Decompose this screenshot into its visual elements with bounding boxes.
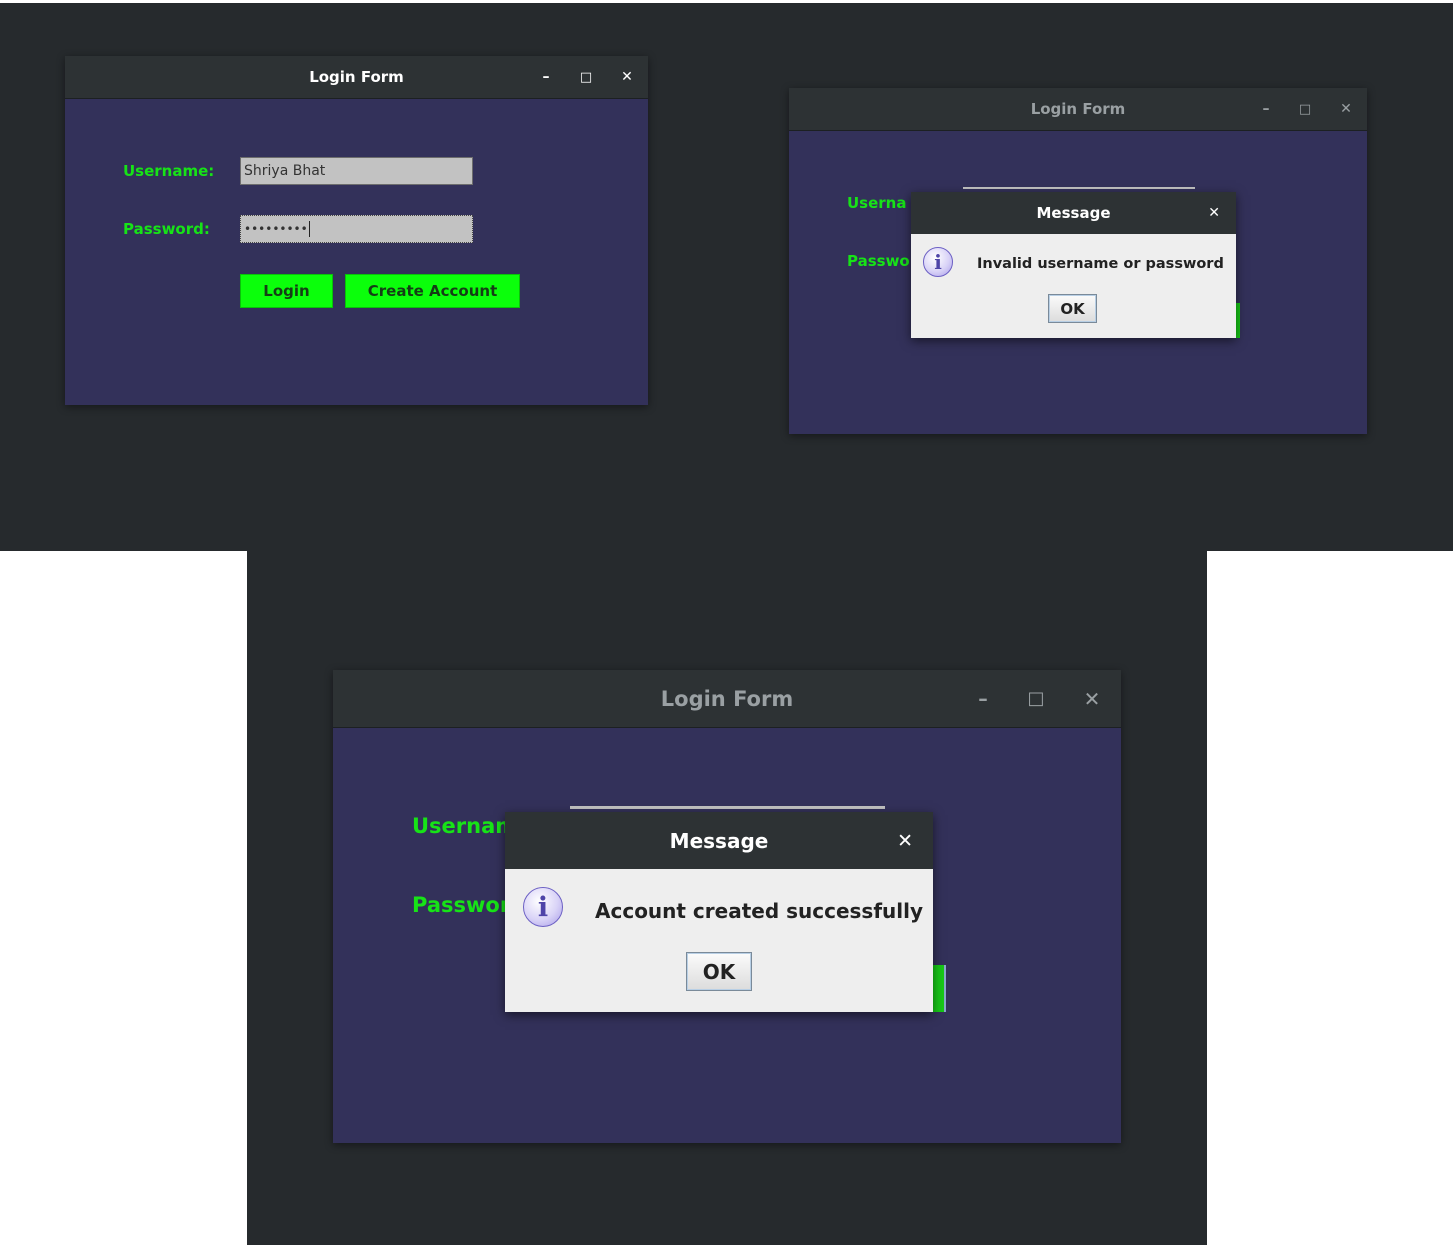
username-input-edge bbox=[963, 187, 1195, 189]
close-icon[interactable]: ✕ bbox=[1063, 687, 1121, 711]
password-label: Passwo bbox=[847, 252, 910, 270]
close-icon[interactable]: ✕ bbox=[1325, 101, 1367, 117]
text-cursor bbox=[308, 221, 310, 237]
username-label: Username: bbox=[123, 162, 215, 180]
success-dialog: Message ✕ i Account created successfully… bbox=[505, 812, 933, 1012]
username-label: Userna bbox=[847, 194, 907, 212]
create-account-button-label: Create Account bbox=[367, 282, 498, 300]
create-account-button[interactable]: Create Account bbox=[345, 274, 520, 308]
window-title: Login Form bbox=[660, 686, 794, 711]
username-label: Usernam bbox=[412, 814, 518, 838]
minimize-icon[interactable]: – bbox=[957, 688, 1009, 710]
login-window: Login Form – □ ✕ Username: Shriya Bhat P… bbox=[65, 56, 648, 405]
password-label: Passwor bbox=[412, 893, 511, 917]
ok-button[interactable]: OK bbox=[686, 952, 752, 991]
minimize-icon[interactable]: – bbox=[1247, 101, 1285, 117]
info-icon: i bbox=[523, 887, 563, 927]
window-title: Login Form bbox=[1030, 100, 1126, 118]
maximize-icon[interactable]: □ bbox=[1009, 688, 1063, 709]
dialog-titlebar[interactable]: Message ✕ bbox=[911, 192, 1236, 234]
password-input[interactable]: ••••••••• bbox=[240, 215, 473, 243]
ok-button-label: OK bbox=[1060, 299, 1085, 318]
window-titlebar[interactable]: Login Form – □ ✕ bbox=[333, 670, 1121, 728]
error-dialog: Message ✕ i Invalid username or password… bbox=[911, 192, 1236, 338]
info-icon: i bbox=[923, 247, 953, 277]
button-edge bbox=[1236, 303, 1240, 338]
close-icon[interactable]: ✕ bbox=[606, 69, 648, 85]
username-input-edge bbox=[570, 806, 885, 809]
window-titlebar[interactable]: Login Form – □ ✕ bbox=[65, 56, 648, 99]
password-value: ••••••••• bbox=[244, 222, 308, 236]
ok-button-label: OK bbox=[702, 959, 736, 984]
dialog-titlebar[interactable]: Message ✕ bbox=[505, 812, 933, 869]
minimize-icon[interactable]: – bbox=[526, 69, 566, 85]
password-label: Password: bbox=[123, 220, 210, 238]
close-icon[interactable]: ✕ bbox=[897, 812, 913, 869]
username-input[interactable]: Shriya Bhat bbox=[240, 157, 473, 185]
dialog-message: Account created successfully bbox=[595, 899, 924, 923]
dialog-title: Message bbox=[669, 828, 769, 853]
maximize-icon[interactable]: □ bbox=[566, 70, 606, 85]
login-button-label: Login bbox=[263, 282, 310, 300]
close-icon[interactable]: ✕ bbox=[1208, 192, 1220, 234]
dialog-message: Invalid username or password bbox=[977, 256, 1224, 272]
window-titlebar[interactable]: Login Form – □ ✕ bbox=[789, 88, 1367, 131]
button-edge bbox=[932, 965, 946, 1012]
dialog-title: Message bbox=[1036, 204, 1111, 222]
maximize-icon[interactable]: □ bbox=[1285, 102, 1325, 117]
username-value: Shriya Bhat bbox=[244, 163, 326, 179]
login-button[interactable]: Login bbox=[240, 274, 333, 308]
ok-button[interactable]: OK bbox=[1048, 294, 1097, 323]
window-title: Login Form bbox=[309, 68, 404, 86]
